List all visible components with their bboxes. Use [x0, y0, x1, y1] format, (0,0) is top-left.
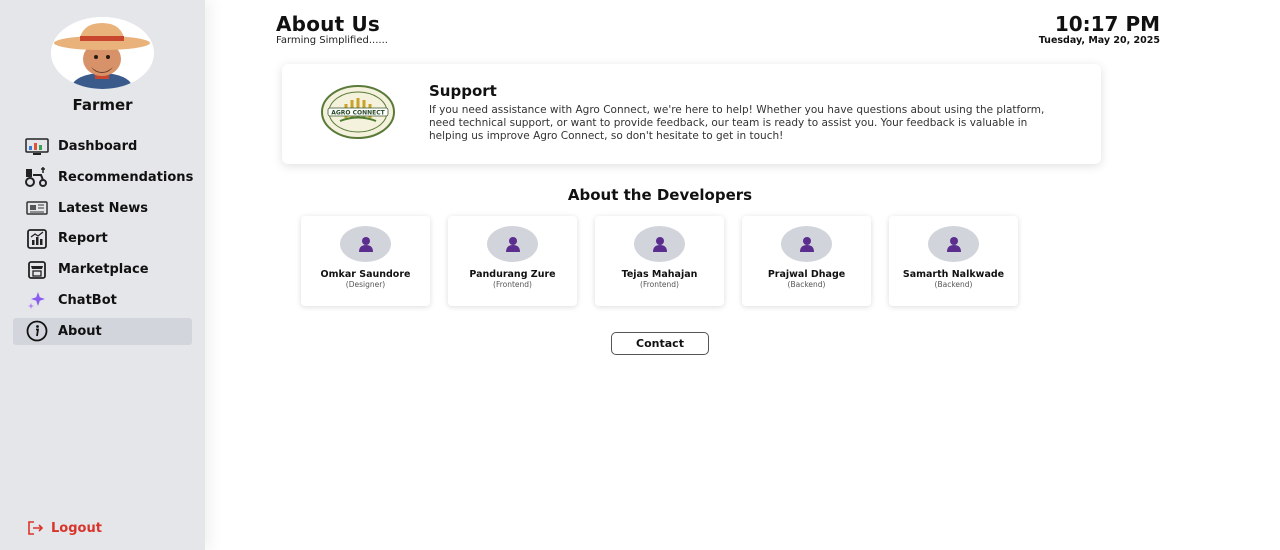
contact-button[interactable]: Contact	[611, 332, 709, 355]
sidebar: Farmer Dashboard Recommendations Latest …	[0, 0, 205, 550]
sidebar-item-recommendations[interactable]: Recommendations	[13, 164, 194, 191]
page-title: About Us	[276, 12, 381, 36]
sidebar-item-label: Marketplace	[58, 262, 149, 278]
news-icon	[25, 198, 49, 218]
profile-name: Farmer	[72, 96, 133, 114]
farmer-avatar[interactable]	[51, 17, 154, 89]
support-card: AGRO CONNECT Support If you need assista…	[282, 64, 1101, 164]
app-root: Farmer Dashboard Recommendations Latest …	[0, 0, 1280, 550]
developer-card: Omkar Saundore (Designer)	[301, 216, 430, 306]
support-text: If you need assistance with Agro Connect…	[429, 104, 1045, 143]
sidebar-item-chatbot[interactable]: ChatBot	[13, 287, 192, 314]
sidebar-item-label: Dashboard	[58, 139, 138, 154]
sidebar-item-report[interactable]: Report	[13, 225, 192, 252]
developer-name: Prajwal Dhage	[767, 269, 846, 280]
logout-icon	[27, 518, 45, 538]
person-icon	[781, 226, 832, 262]
developer-name: Pandurang Zure	[469, 269, 556, 280]
person-icon	[634, 226, 685, 262]
info-icon	[25, 320, 49, 342]
page-subtitle: Farming Simplified......	[276, 35, 388, 46]
developer-role: (Frontend)	[493, 280, 532, 289]
logout-button[interactable]: Logout	[27, 518, 102, 538]
sidebar-item-label: ChatBot	[58, 292, 117, 308]
sidebar-item-label: Latest News	[58, 200, 149, 216]
sidebar-item-marketplace[interactable]: Marketplace	[13, 256, 192, 283]
sidebar-item-latest-news[interactable]: Latest News	[13, 195, 192, 222]
sparkle-icon	[25, 290, 49, 310]
date: Tuesday, May 20, 2025	[1038, 35, 1160, 46]
developer-role: (Backend)	[934, 280, 973, 289]
dashboard-icon	[25, 137, 49, 157]
logo-text: AGRO CONNECT	[331, 110, 385, 117]
developer-card: Prajwal Dhage (Backend)	[742, 216, 871, 306]
sidebar-item-label: Report	[58, 231, 108, 247]
developer-card: Pandurang Zure (Frontend)	[448, 216, 577, 306]
logout-label: Logout	[51, 520, 102, 536]
person-icon	[928, 226, 979, 262]
sidebar-item-label: About	[58, 323, 102, 339]
developer-name: Omkar Saundore	[320, 269, 411, 280]
developer-card: Tejas Mahajan (Frontend)	[595, 216, 724, 306]
sidebar-item-dashboard[interactable]: Dashboard	[13, 133, 192, 160]
marketplace-icon	[25, 260, 49, 280]
person-icon	[340, 226, 391, 262]
support-title: Support	[429, 82, 497, 100]
developer-role: (Frontend)	[640, 280, 679, 289]
person-icon	[487, 226, 538, 262]
developer-list: Omkar Saundore (Designer) Pandurang Zure…	[301, 216, 1036, 306]
report-icon	[25, 228, 49, 249]
sidebar-item-label: Recommendations	[58, 169, 194, 185]
clock: 10:17 PM	[1054, 12, 1160, 36]
developers-heading: About the Developers	[567, 186, 753, 204]
developer-name: Samarth Nalkwade	[902, 269, 1005, 280]
agro-connect-logo: AGRO CONNECT	[320, 84, 396, 140]
sidebar-nav: Dashboard Recommendations Latest News Re…	[13, 133, 194, 349]
sidebar-item-about[interactable]: About	[13, 317, 192, 345]
developer-name: Tejas Mahajan	[621, 269, 698, 280]
developer-role: (Backend)	[787, 280, 826, 289]
developer-card: Samarth Nalkwade (Backend)	[889, 216, 1018, 306]
developer-role: (Designer)	[345, 280, 386, 289]
recommendations-icon	[25, 167, 49, 188]
